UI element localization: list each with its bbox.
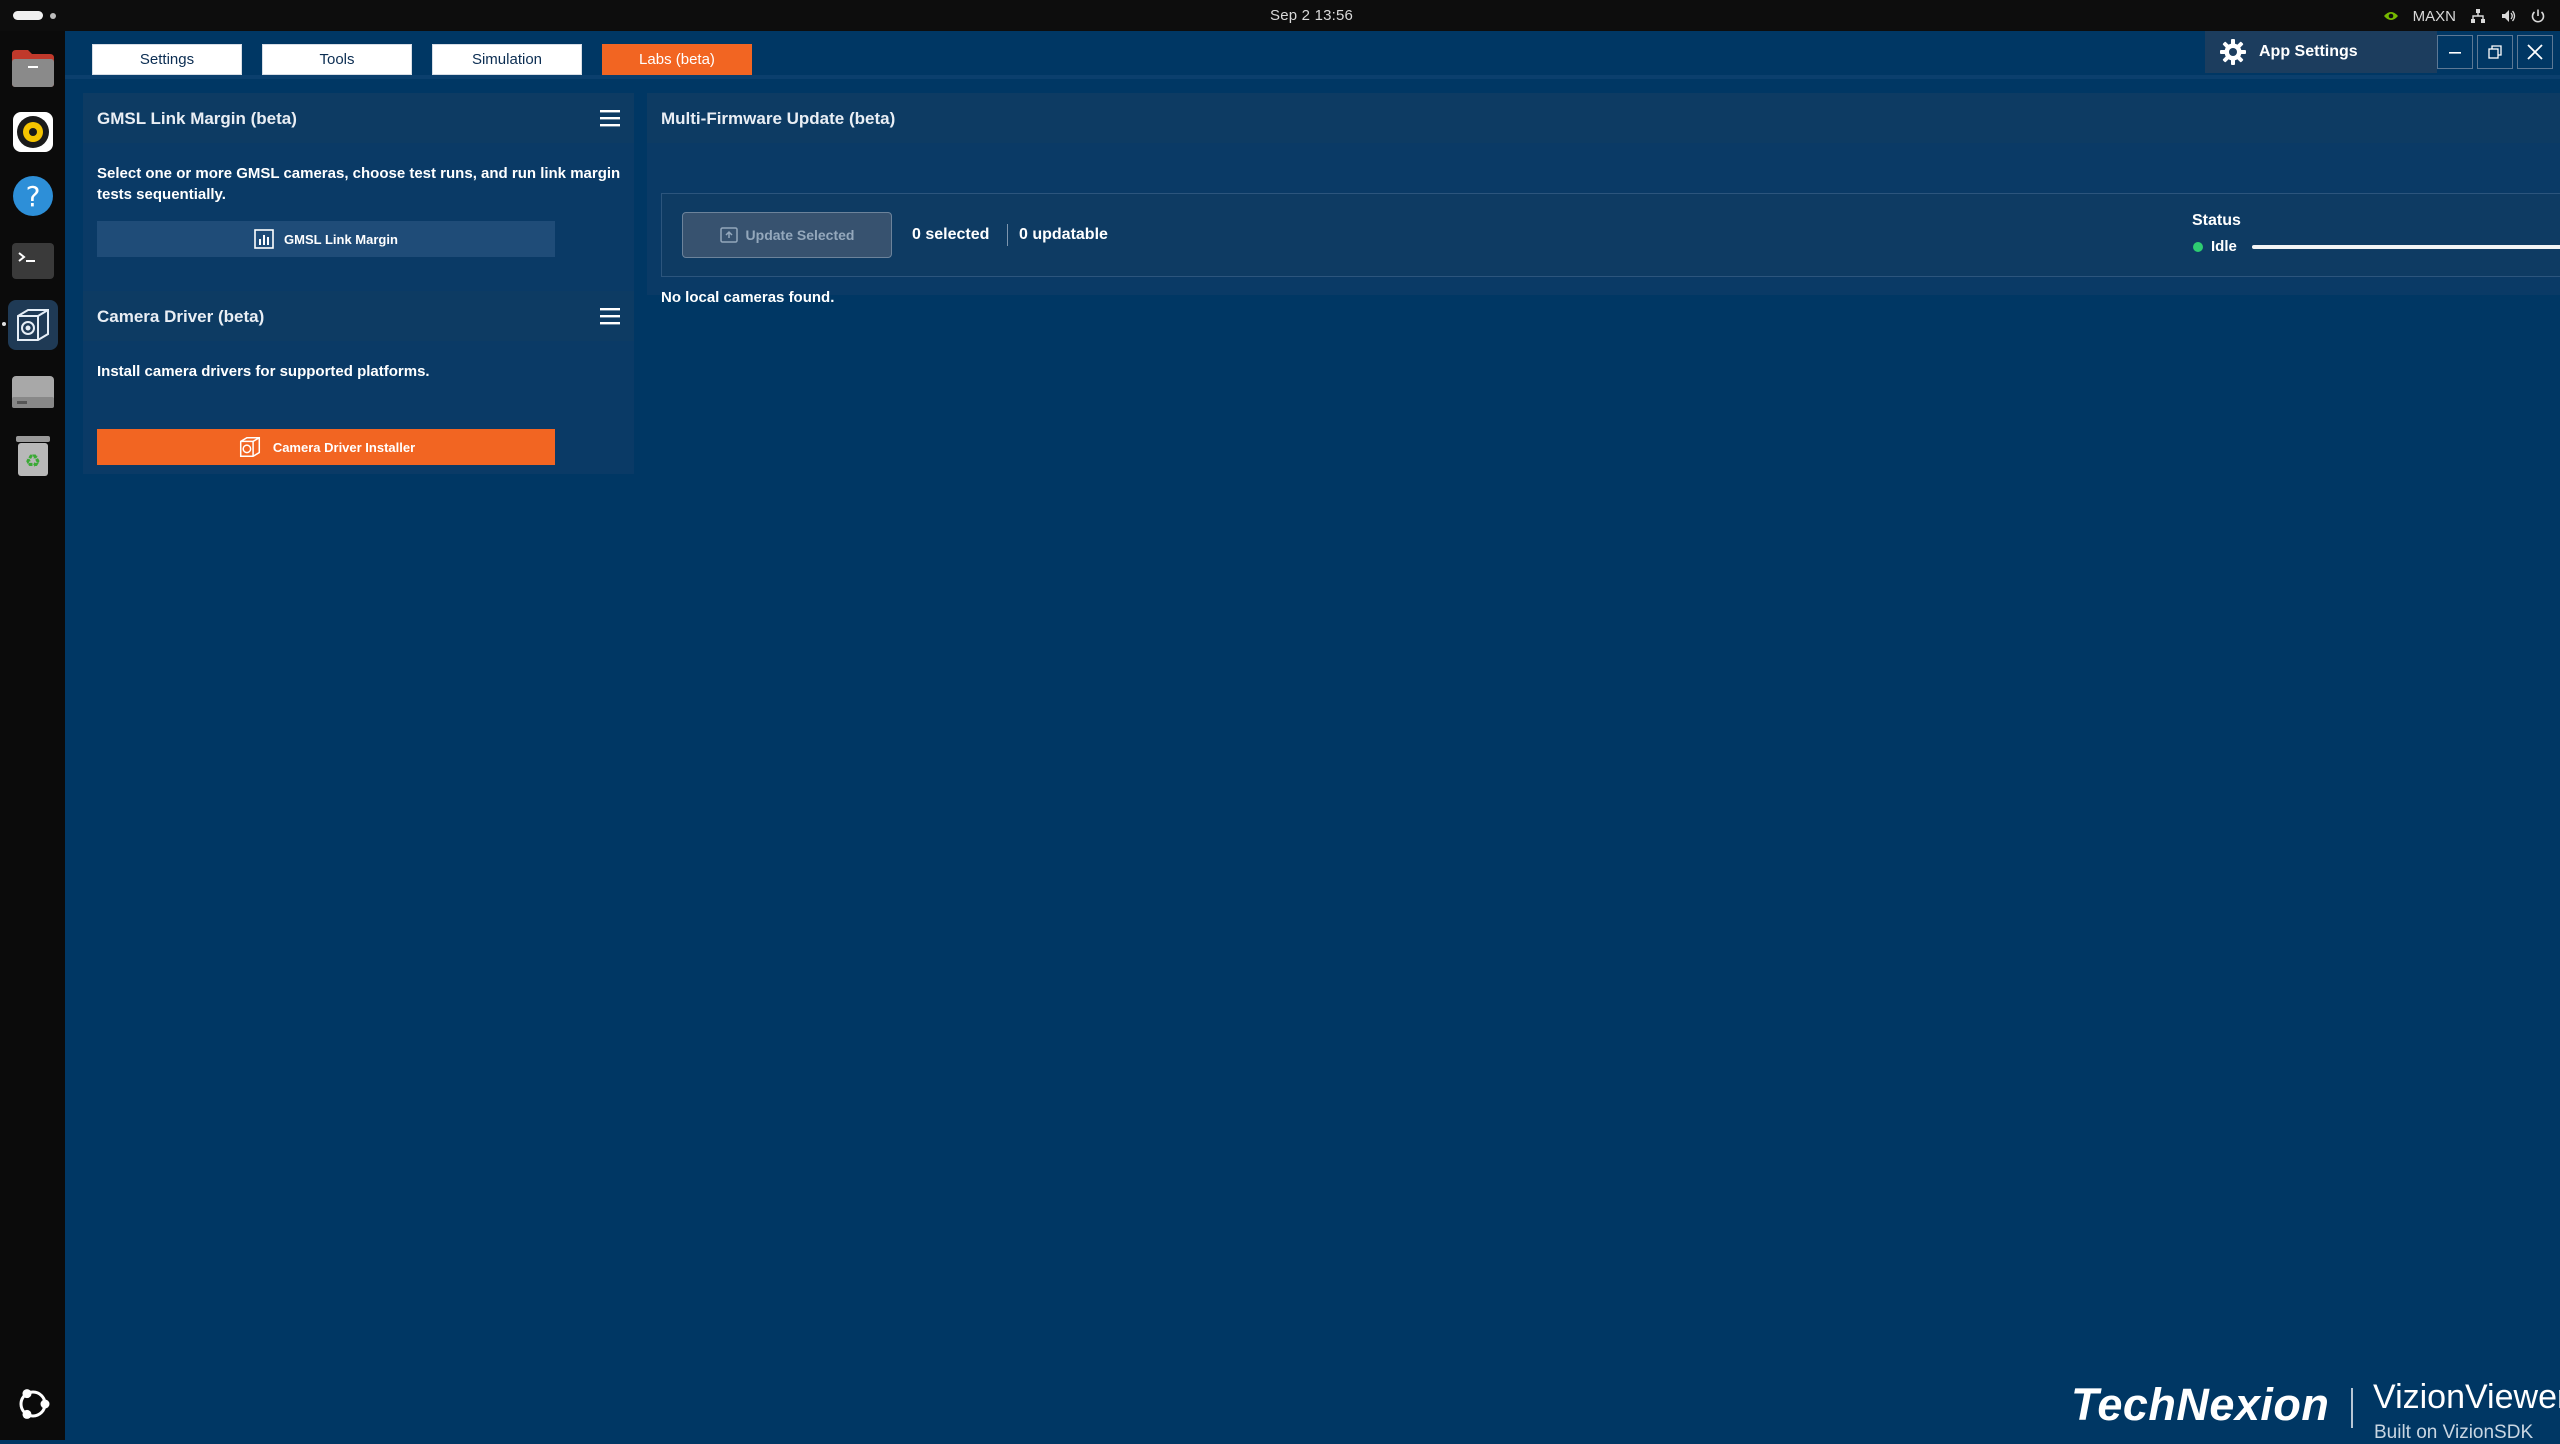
close-icon <box>2527 44 2543 60</box>
brand-tagline: Built on VizionSDK <box>2374 1422 2534 1443</box>
update-selected-button[interactable]: Update Selected <box>682 212 892 258</box>
tab-settings[interactable]: Settings <box>92 44 242 75</box>
vizionviewer-logo: VizionViewer <box>2373 1378 2560 1416</box>
progress-bar-fill <box>2252 245 2560 249</box>
minimize-button[interactable] <box>2437 35 2473 69</box>
drive-app-button[interactable] <box>8 367 58 417</box>
files-icon <box>12 50 54 87</box>
svg-text:?: ? <box>26 180 41 213</box>
hamburger-menu-icon[interactable] <box>600 307 620 330</box>
show-apps-button[interactable] <box>8 1379 58 1429</box>
minimize-icon <box>2449 52 2461 54</box>
terminal-icon <box>12 243 54 279</box>
vizionviewer-app-button[interactable] <box>8 300 58 350</box>
restore-button[interactable] <box>2477 35 2513 69</box>
tab-strip: Settings Tools Simulation Labs (beta) Ap… <box>65 31 2560 75</box>
system-top-bar: Sep 2 13:56 MAXN <box>0 0 2560 31</box>
camera-driver-panel: Camera Driver (beta) Install camera driv… <box>83 291 634 474</box>
technexion-logo: TechNexion <box>2071 1379 2330 1430</box>
clock[interactable]: Sep 2 13:56 <box>1270 7 1353 24</box>
drive-icon <box>12 376 54 408</box>
firmware-update-icon <box>719 227 738 243</box>
firmware-panel-header: Multi-Firmware Update (beta) <box>647 93 2560 143</box>
tab-underline <box>65 75 2560 79</box>
chart-icon <box>254 229 274 249</box>
driver-panel-header: Camera Driver (beta) <box>83 291 634 341</box>
app-settings-label: App Settings <box>2259 43 2358 60</box>
gmsl-link-margin-button[interactable]: GMSL Link Margin <box>97 221 555 257</box>
tab-labs[interactable]: Labs (beta) <box>602 44 752 75</box>
volume-icon[interactable] <box>2500 8 2516 24</box>
progress-bar <box>2252 245 2560 249</box>
update-selected-label: Update Selected <box>745 227 855 243</box>
firmware-panel-title: Multi-Firmware Update (beta) <box>661 109 896 128</box>
driver-panel-description: Install camera drivers for supported pla… <box>97 363 430 380</box>
power-icon[interactable] <box>2530 8 2546 24</box>
status-label: Status <box>2192 212 2241 229</box>
close-button[interactable] <box>2517 35 2553 69</box>
rhythmbox-app-button[interactable] <box>8 107 58 157</box>
help-app-button[interactable]: ? <box>8 171 58 221</box>
restore-icon <box>2488 45 2502 59</box>
app-settings-button[interactable]: App Settings <box>2205 31 2437 73</box>
nvidia-icon[interactable] <box>2383 10 2399 22</box>
network-icon[interactable] <box>2470 8 2486 24</box>
trash-icon: ♻ <box>16 436 50 476</box>
vizionviewer-icon <box>17 309 49 341</box>
driver-button-label: Camera Driver Installer <box>272 439 416 455</box>
empty-state-message: No local cameras found. <box>661 289 835 306</box>
gear-icon <box>2220 39 2246 65</box>
active-app-indicator <box>2 322 6 326</box>
vizionviewer-window: Settings Tools Simulation Labs (beta) Ap… <box>65 31 2560 1443</box>
count-divider <box>1007 224 1008 246</box>
tab-tools[interactable]: Tools <box>262 44 412 75</box>
tab-simulation[interactable]: Simulation <box>432 44 582 75</box>
power-mode-label[interactable]: MAXN <box>2413 8 2456 25</box>
gmsl-button-label: GMSL Link Margin <box>284 231 398 247</box>
gmsl-panel-header: GMSL Link Margin (beta) <box>83 93 634 143</box>
brand-divider <box>2351 1388 2353 1428</box>
rhythmbox-icon <box>13 112 53 152</box>
driver-panel-title: Camera Driver (beta) <box>97 307 265 326</box>
files-app-button[interactable] <box>8 43 58 93</box>
status-indicator-dot <box>2193 242 2203 252</box>
camera-cube-icon <box>239 436 260 458</box>
status-value: Idle <box>2211 238 2237 255</box>
camera-driver-installer-button[interactable]: Camera Driver Installer <box>97 429 555 465</box>
gmsl-link-margin-panel: GMSL Link Margin (beta) Select one or mo… <box>83 93 634 296</box>
updatable-count: 0 updatable <box>1019 226 1108 243</box>
trash-app-button[interactable]: ♻ <box>8 431 58 481</box>
activities-indicator[interactable] <box>13 11 43 20</box>
terminal-app-button[interactable] <box>8 236 58 286</box>
selected-count: 0 selected <box>912 226 990 243</box>
dock: ? ♻ <box>0 31 65 1440</box>
svg-text:♻: ♻ <box>25 451 41 472</box>
system-tray[interactable]: MAXN <box>2383 5 2546 27</box>
hamburger-menu-icon[interactable] <box>600 109 620 132</box>
ubuntu-logo-icon <box>19 1389 50 1419</box>
help-icon: ? <box>13 176 53 216</box>
gmsl-panel-title: GMSL Link Margin (beta) <box>97 109 297 128</box>
gmsl-panel-description: Select one or more GMSL cameras, choose … <box>97 165 621 203</box>
firmware-toolbar: Update Selected 0 selected 0 updatable S… <box>661 193 2560 277</box>
workspace-dot <box>50 13 56 19</box>
